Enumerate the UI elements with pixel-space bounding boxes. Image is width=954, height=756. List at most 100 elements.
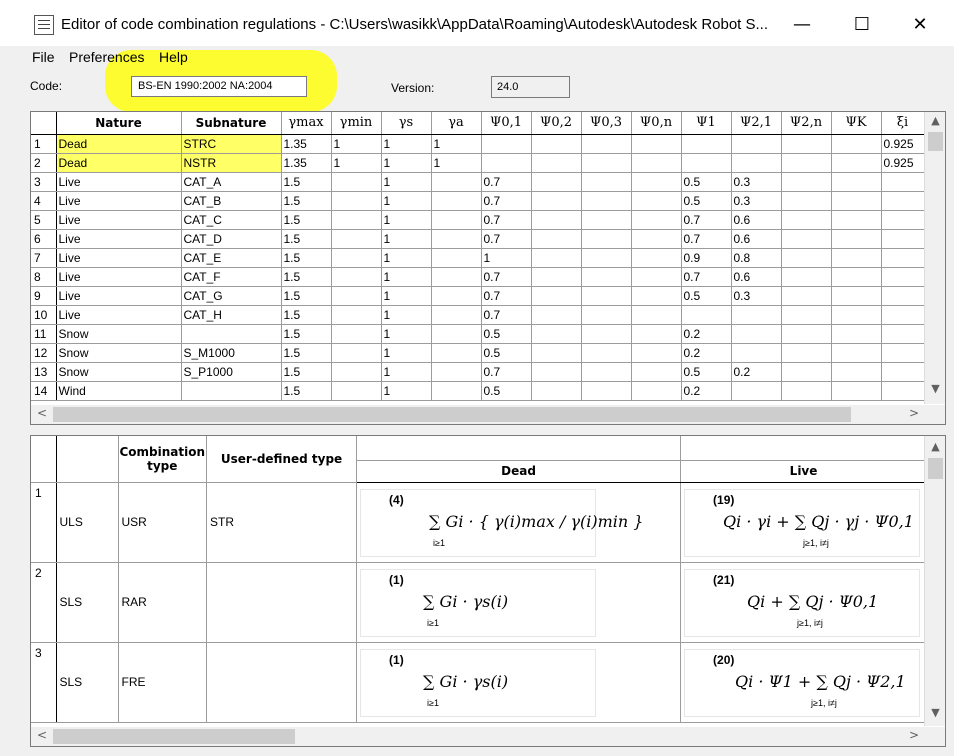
table-cell[interactable] bbox=[781, 305, 832, 325]
table-cell[interactable]: CAT_D bbox=[181, 229, 282, 249]
table-cell[interactable] bbox=[631, 324, 682, 344]
table-cell[interactable] bbox=[431, 172, 482, 192]
table-cell[interactable] bbox=[581, 172, 632, 192]
table-cell[interactable] bbox=[831, 362, 882, 382]
table-cell[interactable]: 0.5 bbox=[481, 343, 532, 363]
version-field[interactable]: 24.0 bbox=[491, 76, 570, 98]
table-cell[interactable] bbox=[631, 191, 682, 211]
table-cell[interactable]: 0.3 bbox=[731, 286, 782, 306]
table-cell[interactable] bbox=[881, 286, 925, 306]
table-cell[interactable]: 1.5 bbox=[281, 248, 332, 268]
table-cell[interactable]: 0.7 bbox=[481, 267, 532, 287]
table-cell[interactable] bbox=[781, 343, 832, 363]
table-cell[interactable] bbox=[831, 248, 882, 268]
table-cell[interactable] bbox=[431, 267, 482, 287]
table-cell[interactable] bbox=[581, 286, 632, 306]
table-cell[interactable]: Live bbox=[56, 286, 182, 306]
table-cell[interactable]: 0.6 bbox=[731, 267, 782, 287]
table-cell[interactable] bbox=[331, 324, 382, 344]
header-xi[interactable]: ξi bbox=[881, 112, 925, 135]
table-cell[interactable] bbox=[631, 134, 682, 154]
table-cell[interactable] bbox=[881, 324, 925, 344]
top-vertical-thumb[interactable] bbox=[928, 132, 943, 151]
table-cell[interactable] bbox=[431, 210, 482, 230]
table-cell[interactable] bbox=[431, 305, 482, 325]
table-cell[interactable]: Live bbox=[56, 229, 182, 249]
scroll-left-arrow[interactable]: < bbox=[33, 406, 51, 420]
table-row[interactable]: 4 Live CAT_B 1.5 1 0.7 0.5 0.3 bbox=[31, 191, 925, 211]
table-cell[interactable]: 1.5 bbox=[281, 191, 332, 211]
table-row[interactable]: 11 Snow 1.5 1 0.5 0.2 bbox=[31, 324, 925, 344]
table-cell[interactable]: 1 bbox=[381, 172, 432, 192]
header-gamma-s[interactable]: γs bbox=[381, 112, 432, 135]
table-cell[interactable]: Snow bbox=[56, 324, 182, 344]
code-field[interactable]: BS-EN 1990:2002 NA:2004 bbox=[131, 76, 307, 97]
table-cell[interactable] bbox=[831, 324, 882, 344]
bottom-horizontal-thumb[interactable] bbox=[53, 729, 295, 744]
table-cell[interactable] bbox=[881, 172, 925, 192]
table-cell[interactable]: 0.6 bbox=[731, 229, 782, 249]
table-cell[interactable]: 0.925 bbox=[881, 153, 925, 173]
table-cell[interactable] bbox=[331, 343, 382, 363]
limit-state-cell[interactable]: SLS bbox=[56, 562, 119, 643]
table-cell[interactable]: 0.6 bbox=[731, 210, 782, 230]
header-psi-02[interactable]: Ψ0,2 bbox=[531, 112, 582, 135]
table-cell[interactable]: CAT_G bbox=[181, 286, 282, 306]
table-cell[interactable]: 1 bbox=[381, 324, 432, 344]
table-cell[interactable]: 1.5 bbox=[281, 324, 332, 344]
table-cell[interactable]: CAT_A bbox=[181, 172, 282, 192]
table-cell[interactable] bbox=[481, 153, 532, 173]
top-horizontal-thumb[interactable] bbox=[53, 407, 851, 422]
table-cell[interactable] bbox=[781, 134, 832, 154]
table-cell[interactable] bbox=[881, 191, 925, 211]
table-cell[interactable]: 0.7 bbox=[481, 305, 532, 325]
header-gamma-a[interactable]: γa bbox=[431, 112, 482, 135]
table-cell[interactable]: 0.3 bbox=[731, 191, 782, 211]
table-cell[interactable] bbox=[681, 134, 732, 154]
table-cell[interactable] bbox=[781, 267, 832, 287]
table-cell[interactable] bbox=[581, 210, 632, 230]
header-psi-2n[interactable]: Ψ2,n bbox=[781, 112, 832, 135]
header-gamma-min[interactable]: γmin bbox=[331, 112, 382, 135]
table-cell[interactable]: 0.7 bbox=[481, 362, 532, 382]
table-row[interactable]: 3 Live CAT_A 1.5 1 0.7 0.5 0.3 bbox=[31, 172, 925, 192]
table-cell[interactable] bbox=[631, 343, 682, 363]
table-cell[interactable] bbox=[681, 153, 732, 173]
table-cell[interactable] bbox=[481, 134, 532, 154]
table-cell[interactable]: 1 bbox=[381, 191, 432, 211]
table-cell[interactable] bbox=[581, 343, 632, 363]
table-cell[interactable]: 0.2 bbox=[681, 324, 732, 344]
header-psi-03[interactable]: Ψ0,3 bbox=[581, 112, 632, 135]
table-cell[interactable] bbox=[881, 305, 925, 325]
table-row[interactable]: 13 Snow S_P1000 1.5 1 0.7 0.5 0.2 bbox=[31, 362, 925, 382]
table-cell[interactable] bbox=[331, 286, 382, 306]
live-formula-cell[interactable]: (21) Qi + ∑ Qj · Ψ0,1 j≥1, i≠j bbox=[680, 562, 928, 643]
table-cell[interactable] bbox=[631, 305, 682, 325]
table-cell[interactable] bbox=[631, 229, 682, 249]
table-cell[interactable] bbox=[331, 229, 382, 249]
scroll-down-arrow[interactable]: ▼ bbox=[925, 706, 945, 719]
menu-preferences[interactable]: Preferences bbox=[69, 49, 144, 65]
table-cell[interactable] bbox=[581, 362, 632, 382]
table-cell[interactable]: 1 bbox=[381, 248, 432, 268]
table-cell[interactable] bbox=[181, 381, 282, 401]
table-cell[interactable]: 0.7 bbox=[481, 172, 532, 192]
table-cell[interactable]: 0.8 bbox=[731, 248, 782, 268]
table-cell[interactable]: 1 bbox=[381, 343, 432, 363]
table-cell[interactable] bbox=[631, 381, 682, 401]
table-cell[interactable] bbox=[431, 343, 482, 363]
live-formula-cell[interactable]: (19) Qi · γi + ∑ Qj · γj · Ψ0,1 j≥1, i≠j bbox=[680, 482, 928, 563]
table-cell[interactable]: 1 bbox=[431, 153, 482, 173]
table-cell[interactable] bbox=[581, 191, 632, 211]
combination-type-cell[interactable]: USR bbox=[118, 482, 208, 563]
table-cell[interactable] bbox=[531, 324, 582, 344]
table-cell[interactable]: 1 bbox=[431, 134, 482, 154]
table-cell[interactable]: 1.5 bbox=[281, 286, 332, 306]
table-cell[interactable] bbox=[631, 286, 682, 306]
table-cell[interactable]: 1.35 bbox=[281, 134, 332, 154]
user-defined-type-cell[interactable] bbox=[206, 642, 358, 723]
table-row[interactable]: 3 SLS FRE (1) ∑ Gi · γs(i) i≥1 (20) Qi ·… bbox=[31, 642, 928, 723]
table-cell[interactable] bbox=[431, 381, 482, 401]
header-combination-type[interactable]: Combination type bbox=[118, 436, 208, 483]
table-cell[interactable] bbox=[331, 172, 382, 192]
